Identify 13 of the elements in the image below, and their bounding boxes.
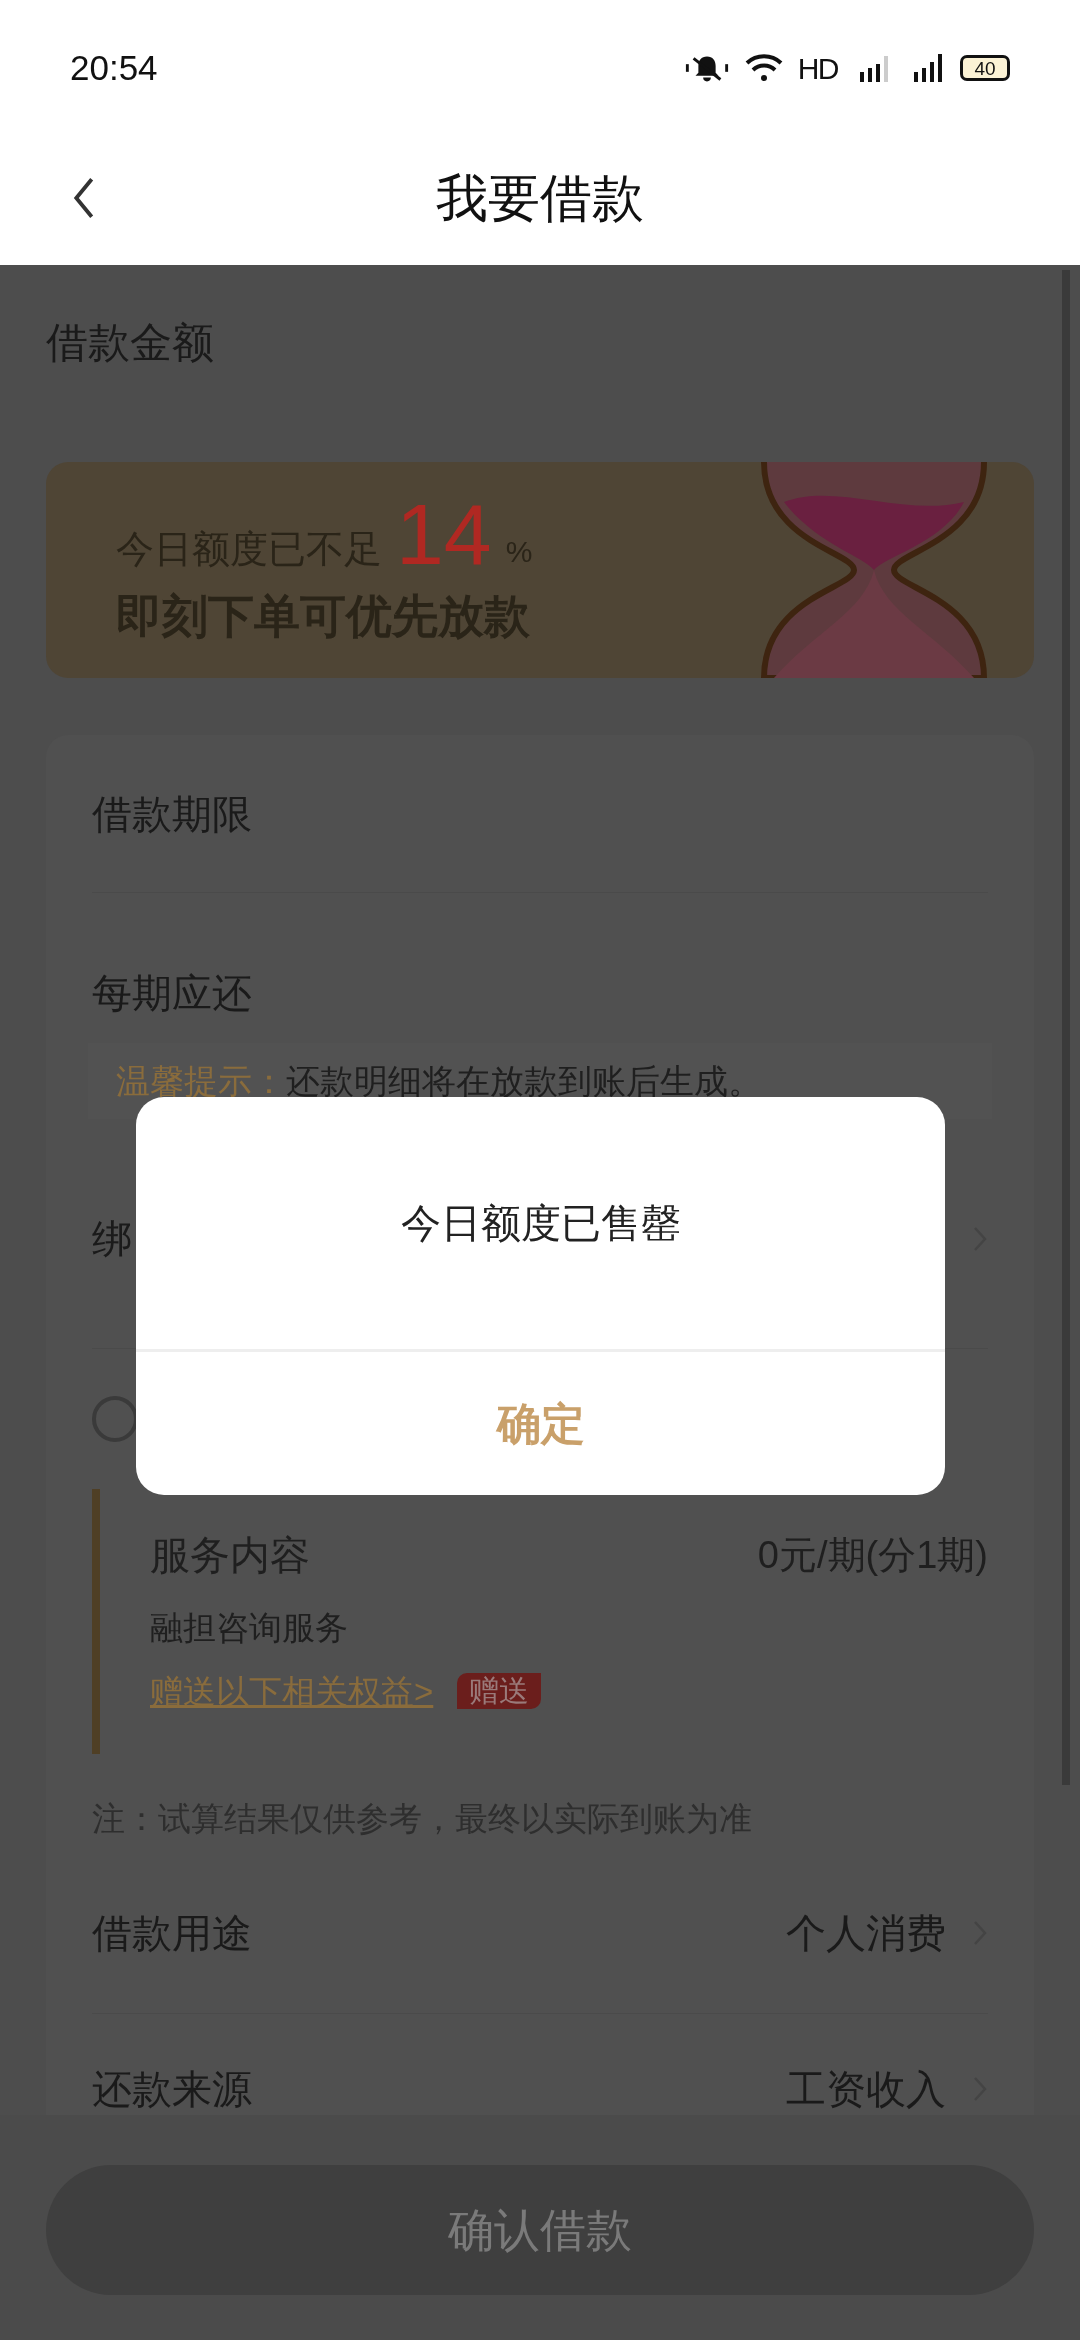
banner-percent: 14 bbox=[396, 494, 492, 574]
benefits-link[interactable]: 赠送以下相关权益> bbox=[150, 1666, 434, 1716]
battery-indicator: 40 bbox=[960, 55, 1010, 81]
dialog-message: 今日额度已售罄 bbox=[400, 1200, 681, 1247]
status-time: 20:54 bbox=[70, 46, 158, 89]
percent-sign: % bbox=[505, 534, 533, 570]
ok-button[interactable]: 确定 bbox=[136, 1349, 945, 1495]
page-title: 我要借款 bbox=[436, 167, 644, 229]
network-label: HD bbox=[797, 50, 838, 87]
gift-badge: 赠送 bbox=[457, 1673, 542, 1710]
wifi-icon bbox=[743, 52, 784, 84]
tip-label: 温馨提示： bbox=[116, 1060, 286, 1102]
chevron-left-icon bbox=[73, 175, 95, 220]
